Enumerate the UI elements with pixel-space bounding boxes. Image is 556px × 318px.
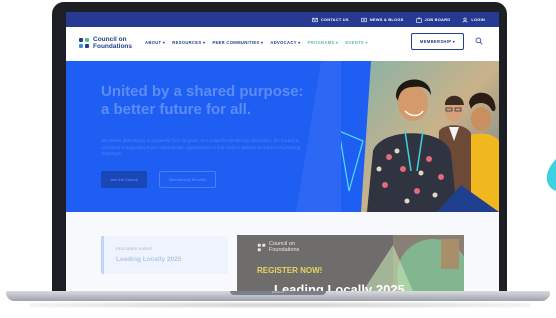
nav-item-resources[interactable]: RESOURCES ▾ (172, 40, 205, 45)
hero-body-text: We believe philanthropy is a powerful fo… (101, 138, 301, 156)
news-blogs-label: NEWS & BLOGS (369, 17, 404, 22)
membership-button[interactable]: MEMBERSHIP ▾ (411, 33, 464, 50)
search-icon[interactable] (475, 37, 483, 45)
news-blogs-link[interactable]: NEWS & BLOGS (361, 17, 404, 23)
hero-title: United by a shared purpose: a better fut… (101, 83, 321, 119)
featured-section: FEATURED EVENT Leading Locally 2025 Coun… (66, 212, 499, 291)
membership-benefits-button[interactable]: Membership Benefits (159, 171, 216, 188)
nav-item-programs[interactable]: PROGRAMS ▾ (308, 40, 339, 45)
laptop-notch: MacBook (230, 290, 326, 295)
logo-line-2: Foundations (93, 43, 132, 50)
logo-line-1: Council on (93, 36, 127, 43)
contact-us-link[interactable]: CONTACT US (312, 17, 349, 23)
banner-headline: Leading Locally 2025 (274, 282, 405, 291)
hero-section: United by a shared purpose: a better fut… (66, 61, 499, 212)
briefcase-icon (415, 17, 422, 23)
banner-logo-icon (257, 243, 266, 251)
nav-item-advocacy[interactable]: ADVOCACY ▾ (270, 40, 300, 45)
logo-wordmark: Council on Foundations (93, 36, 132, 50)
main-navigation: Council on Foundations ABOUT ▾ RESOURCES… (66, 27, 499, 61)
decorative-teal-shape (546, 159, 556, 191)
job-board-link[interactable]: JOB BOARD (415, 17, 451, 23)
login-link[interactable]: LOGIN (462, 17, 485, 23)
primary-menu: ABOUT ▾ RESOURCES ▾ PEER COMMUNITIES ▾ A… (145, 40, 368, 45)
register-now-text: REGISTER NOW! (257, 266, 323, 275)
hero-photo-people (341, 61, 499, 212)
banner-logo: Council on Foundations (257, 241, 299, 253)
mail-icon (312, 17, 318, 22)
featured-event-title: Leading Locally 2025 (116, 256, 182, 263)
website-screen: CONTACT US NEWS & BLOGS JOB BOARD LOGIN … (66, 12, 499, 291)
laptop-shadow (30, 302, 530, 308)
join-council-button[interactable]: Join the Council (101, 171, 147, 188)
council-logo-icon (79, 38, 89, 48)
banner-logo-line-2: Foundations (269, 247, 300, 253)
user-icon (462, 17, 468, 22)
featured-event-card[interactable]: FEATURED EVENT Leading Locally 2025 (101, 236, 228, 274)
hero-title-line-2: a better future for all. (101, 101, 252, 118)
event-promo-banner[interactable]: Council on Foundations REGISTER NOW! Lea… (237, 235, 464, 291)
contact-us-label: CONTACT US (320, 17, 349, 22)
nav-item-about[interactable]: ABOUT ▾ (145, 40, 165, 45)
banner-logo-wordmark: Council on Foundations (269, 241, 299, 253)
site-logo[interactable]: Council on Foundations (78, 36, 132, 50)
featured-event-label: FEATURED EVENT (116, 247, 153, 251)
nav-item-events[interactable]: EVENTS ▾ (345, 40, 367, 45)
login-label: LOGIN (471, 17, 485, 22)
nav-item-peer-communities[interactable]: PEER COMMUNITIES ▾ (212, 40, 263, 45)
newspaper-icon (361, 17, 367, 22)
job-board-label: JOB BOARD (424, 17, 451, 22)
hero-title-line-1: United by a shared purpose: (101, 83, 304, 100)
utility-bar: CONTACT US NEWS & BLOGS JOB BOARD LOGIN (66, 12, 499, 27)
